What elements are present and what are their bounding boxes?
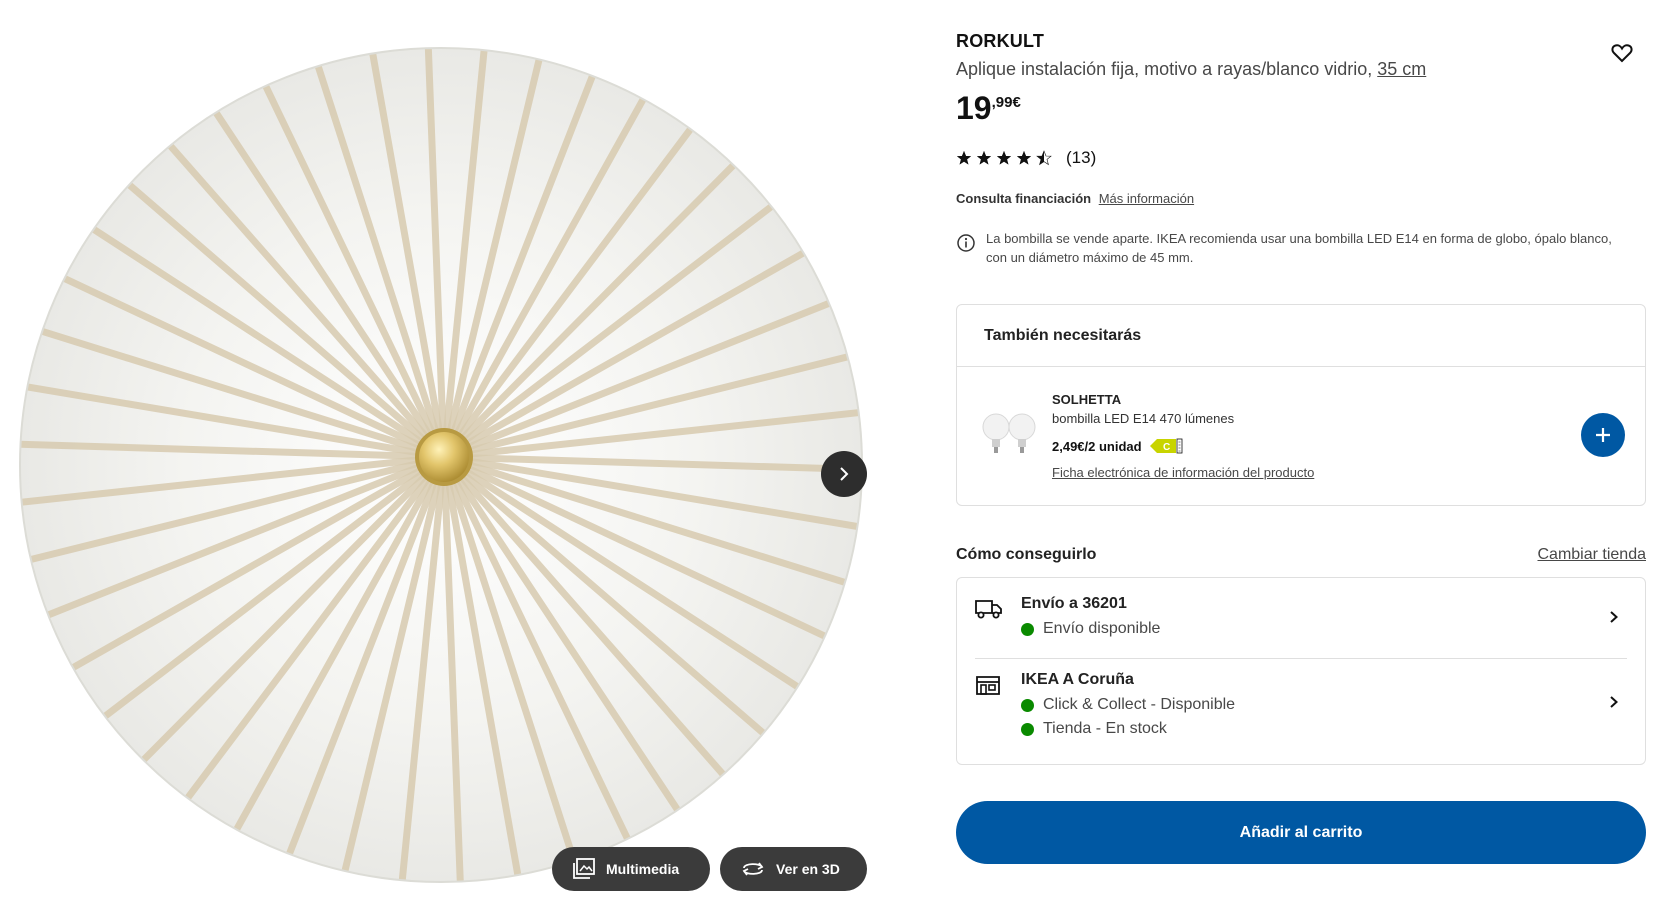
image-gallery-icon [573,858,595,879]
bulb-product-image [982,413,1036,453]
bulb-notice-text: La bombilla se vende aparte. IKEA recomi… [986,231,1612,265]
click-collect-status-text: Click & Collect - Disponible [1043,696,1236,713]
also-need-item-price-row: 2,49€/2 unidad C [1052,437,1184,455]
rotate-3d-icon [742,862,764,876]
product-description: Aplique instalación fija, motivo a rayas… [956,59,1426,80]
info-icon [957,234,975,252]
also-need-item-description: bombilla LED E14 470 lúmenes [1052,411,1235,426]
price-decimal: ,99€ [991,94,1021,111]
energy-class-icon: C [1149,438,1182,454]
also-need-box: También necesitarás SOLHETTA bombilla LE… [956,304,1646,506]
shipping-title: Envío a 36201 [1021,595,1127,612]
heart-icon [1611,44,1633,63]
product-price: 19 ,99€ [956,90,1021,126]
star-icon [1017,151,1031,165]
store-title: IKEA A Coruña [1021,671,1134,688]
product-gallery: Multimedia Ver en 3D [0,0,880,901]
financing-row: Consulta financiación Más información [956,191,1194,206]
bulb-notice: La bombilla se vende aparte. IKEA recomi… [956,229,1646,267]
store-stock-status-text: Tienda - En stock [1043,720,1167,737]
click-collect-status: Click & Collect - Disponible [1021,696,1235,714]
delivery-section-title: Cómo conseguirlo [956,546,1097,563]
energy-label-badge[interactable]: C [1149,437,1184,455]
multimedia-button[interactable]: Multimedia [552,847,710,891]
shipping-status: Envío disponible [1021,620,1160,638]
product-image[interactable] [0,0,880,901]
product-sheet-link[interactable]: Ficha electrónica de información del pro… [1052,465,1314,480]
shipping-option[interactable]: Envío a 36201 Envío disponible [957,578,1645,658]
product-size-link[interactable]: 35 cm [1377,59,1426,79]
add-to-cart-button[interactable]: Añadir al carrito [956,801,1646,864]
also-need-item[interactable]: SOLHETTA bombilla LED E14 470 lúmenes 2,… [957,367,1645,506]
view-3d-label: Ver en 3D [776,861,840,877]
also-need-item-name: SOLHETTA [1052,392,1122,407]
product-rating[interactable]: (13) [956,148,1096,168]
delivery-options-box: Envío a 36201 Envío disponible IKEA A Co… [956,577,1646,765]
favourite-button[interactable] [1610,41,1634,65]
financing-label: Consulta financiación [956,191,1092,206]
status-available-dot [1021,698,1034,712]
star-icon [977,151,991,165]
plus-icon [1596,428,1610,442]
also-need-item-price: 2,49€/2 unidad [1052,438,1142,454]
chevron-right-icon [840,467,849,481]
view-3d-button[interactable]: Ver en 3D [720,847,867,891]
multimedia-label: Multimedia [606,861,680,877]
rating-stars [956,150,1052,166]
status-in-stock-dot [1021,722,1034,736]
store-icon [976,676,1000,695]
status-available-dot [1021,622,1034,636]
add-bulb-button[interactable] [1581,413,1625,457]
change-store-link[interactable]: Cambiar tienda [1538,546,1647,564]
chevron-right-icon [1610,696,1618,708]
price-integer: 19 [956,90,992,126]
next-image-button[interactable] [821,451,867,497]
shipping-status-text: Envío disponible [1043,620,1161,637]
product-name: RORKULT [956,31,1045,51]
star-icon [1036,150,1052,166]
store-option[interactable]: IKEA A Coruña Click & Collect - Disponib… [957,659,1645,765]
product-description-text: Aplique instalación fija, motivo a rayas… [956,59,1373,79]
store-stock-status: Tienda - En stock [1021,720,1167,738]
lamp-fixture-cap [419,432,469,482]
chevron-right-icon [1610,611,1618,623]
rating-count: (13) [1066,148,1097,167]
star-icon [997,151,1011,165]
svg-text:C: C [1163,442,1170,453]
truck-icon [975,600,1002,619]
star-icon [957,151,971,165]
product-details: RORKULT Aplique instalación fija, motivo… [956,0,1646,901]
financing-more-link[interactable]: Más información [1099,191,1194,206]
also-need-title: También necesitarás [957,305,1645,367]
